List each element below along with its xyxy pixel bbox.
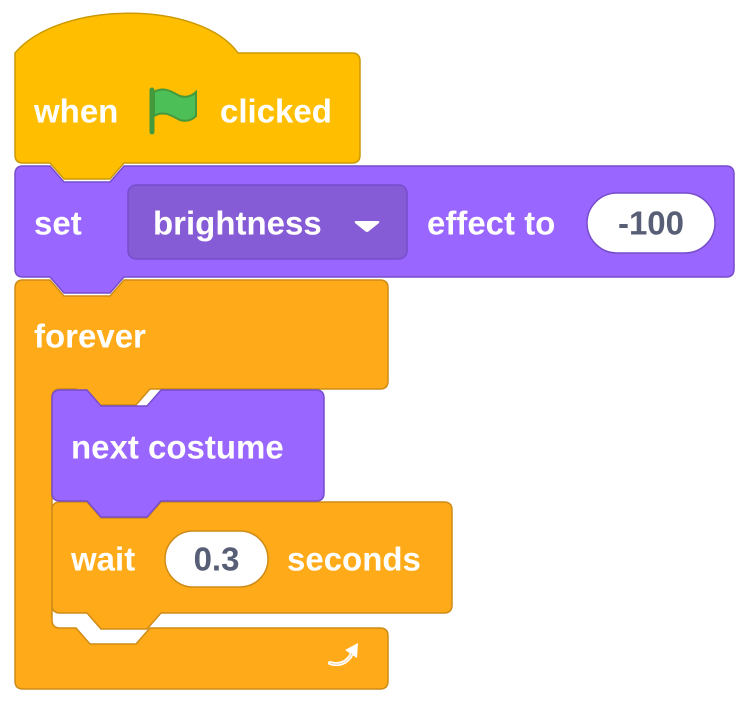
seconds-label: seconds xyxy=(287,541,421,578)
next-costume-label: next costume xyxy=(71,429,284,466)
set-effect-block[interactable]: set brightness effect to -100 xyxy=(14,165,735,294)
forever-label: forever xyxy=(34,318,146,355)
effect-dropdown[interactable]: brightness xyxy=(127,184,408,260)
when-flag-clicked-block[interactable]: when clicked xyxy=(14,12,361,180)
wait-seconds-input[interactable]: 0.3 xyxy=(164,530,269,588)
effect-value-input[interactable]: -100 xyxy=(586,192,716,254)
effect-dropdown-value: brightness xyxy=(153,205,322,242)
wait-seconds-value: 0.3 xyxy=(194,541,240,578)
set-label: set xyxy=(34,205,82,242)
effect-value: -100 xyxy=(618,205,684,242)
clicked-label: clicked xyxy=(220,93,332,130)
next-costume-block[interactable]: next costume xyxy=(51,389,325,518)
wait-block[interactable]: wait 0.3 seconds xyxy=(51,501,453,630)
code-area: forever wait 0.3 seconds next costume se… xyxy=(14,12,735,690)
effect-to-label: effect to xyxy=(427,205,555,242)
when-label: when xyxy=(33,93,118,130)
wait-label: wait xyxy=(70,541,135,578)
